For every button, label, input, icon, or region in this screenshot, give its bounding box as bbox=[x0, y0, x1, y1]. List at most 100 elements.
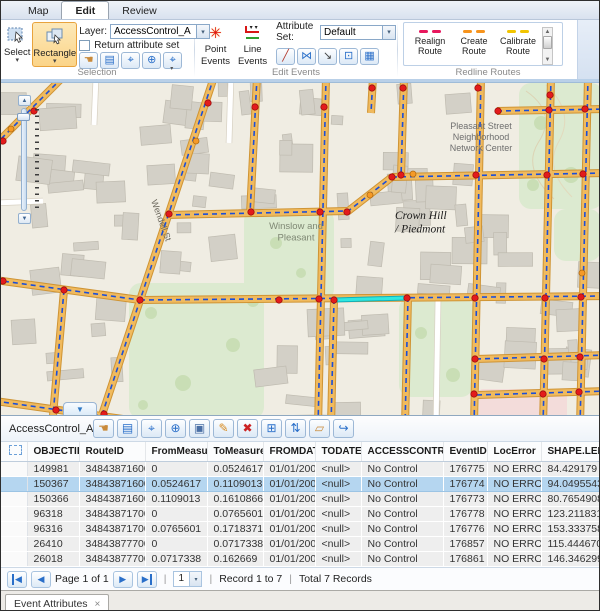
table-cell[interactable]: 96316 bbox=[27, 521, 79, 536]
select-event-button[interactable]: ↘ bbox=[318, 48, 337, 65]
table-cell[interactable]: 150366 bbox=[27, 491, 79, 506]
export-records-button[interactable]: ↪ bbox=[333, 419, 354, 438]
table-row[interactable]: 26018348438777000.07173380.16266901/01/2… bbox=[1, 551, 599, 566]
table-cell[interactable]: No Control bbox=[361, 491, 443, 506]
table-cell[interactable]: 94.0495543 bbox=[541, 476, 599, 491]
table-cell[interactable]: No Control bbox=[361, 551, 443, 566]
table-cell[interactable]: 123.2118314 bbox=[541, 506, 599, 521]
table-cell[interactable]: 176776 bbox=[443, 521, 487, 536]
row-selector[interactable] bbox=[1, 491, 27, 506]
row-selector[interactable] bbox=[1, 536, 27, 551]
point-event-marker[interactable] bbox=[400, 85, 406, 91]
table-cell[interactable]: 01/01/2004 bbox=[263, 461, 315, 476]
row-selector[interactable] bbox=[1, 476, 27, 491]
column-header-eventid[interactable]: EventID bbox=[443, 442, 487, 461]
table-cell[interactable]: 0 bbox=[145, 461, 207, 476]
point-event-marker[interactable] bbox=[542, 295, 548, 301]
row-selector[interactable] bbox=[1, 461, 27, 476]
select-tool-button[interactable]: Select ▾ bbox=[4, 22, 30, 67]
point-event-marker[interactable] bbox=[547, 92, 553, 98]
split-event-button[interactable]: ╱ bbox=[276, 48, 295, 65]
street[interactable] bbox=[436, 301, 438, 415]
table-cell[interactable]: No Control bbox=[361, 536, 443, 551]
table-cell[interactable]: No Control bbox=[361, 521, 443, 536]
column-header-todate[interactable]: TODATE bbox=[315, 442, 361, 461]
edit-records-button[interactable]: ✎ bbox=[213, 419, 234, 438]
table-cell[interactable]: 176774 bbox=[443, 476, 487, 491]
table-cell[interactable]: 01/01/2004 bbox=[263, 491, 315, 506]
scroll-up-icon[interactable]: ▲ bbox=[545, 28, 551, 36]
rectangle-tool-button[interactable]: Rectangle ▾ bbox=[32, 22, 77, 67]
table-cell[interactable]: 96318 bbox=[27, 506, 79, 521]
row-selector[interactable] bbox=[1, 506, 27, 521]
table-cell[interactable]: 146.3462991 bbox=[541, 551, 599, 566]
table-cell[interactable]: 34843871700 bbox=[79, 521, 145, 536]
table-cell[interactable]: 01/01/2004 bbox=[263, 521, 315, 536]
table-cell[interactable]: 0.1610866 bbox=[207, 491, 263, 506]
tab-map[interactable]: Map bbox=[15, 2, 61, 19]
point-event-marker[interactable] bbox=[331, 297, 337, 303]
table-cell[interactable]: 176775 bbox=[443, 461, 487, 476]
event-grid-button[interactable]: ▦ bbox=[360, 48, 379, 65]
table-cell[interactable]: <null> bbox=[315, 521, 361, 536]
table-cell[interactable]: 0.0524617 bbox=[207, 461, 263, 476]
table-cell[interactable]: 26018 bbox=[27, 551, 79, 566]
column-header-routeid[interactable]: RouteID bbox=[79, 442, 145, 461]
map-zoom-slider[interactable]: ▲ ▼ bbox=[16, 95, 46, 227]
table-cell[interactable]: 34843877700 bbox=[79, 536, 145, 551]
point-event-marker[interactable] bbox=[252, 104, 258, 110]
table-cell[interactable]: 34843871600 bbox=[79, 476, 145, 491]
point-event-marker[interactable] bbox=[475, 85, 481, 91]
point-event-marker[interactable] bbox=[578, 294, 584, 300]
point-event-marker[interactable] bbox=[344, 209, 350, 215]
table-cell[interactable]: 153.3337589 bbox=[541, 521, 599, 536]
point-event-marker[interactable] bbox=[276, 297, 282, 303]
table-row[interactable]: 150366348438716000.11090130.161086601/01… bbox=[1, 491, 599, 506]
point-event-marker[interactable] bbox=[580, 171, 586, 177]
table-cell[interactable]: No Control bbox=[361, 476, 443, 491]
row-selector[interactable] bbox=[1, 521, 27, 536]
table-cell[interactable]: 84.429179 bbox=[541, 461, 599, 476]
table-cell[interactable]: 0 bbox=[145, 506, 207, 521]
row-selector-header[interactable] bbox=[1, 442, 27, 461]
table-cell[interactable]: 34843871600 bbox=[79, 491, 145, 506]
column-header-tomeasure[interactable]: ToMeasure bbox=[207, 442, 263, 461]
table-cell[interactable]: 176773 bbox=[443, 491, 487, 506]
selection-list-button[interactable]: ▤ bbox=[100, 52, 119, 69]
last-page-button[interactable]: ▶ bbox=[137, 571, 157, 588]
table-cell[interactable]: 0.1109013 bbox=[207, 476, 263, 491]
table-cell[interactable]: 26410 bbox=[27, 536, 79, 551]
first-page-button[interactable]: ◀ bbox=[7, 571, 27, 588]
attribute-window-button[interactable]: ⊞ bbox=[261, 419, 282, 438]
table-cell[interactable]: No Control bbox=[361, 506, 443, 521]
point-event-marker[interactable] bbox=[1, 138, 6, 144]
layer-combobox[interactable]: AccessControl_A ▾ bbox=[110, 24, 210, 39]
zoom-to-selection-button[interactable]: ⌖ bbox=[121, 52, 140, 69]
zoom-to-selected-button[interactable]: ⌖ bbox=[141, 419, 162, 438]
point-event-marker[interactable] bbox=[316, 296, 322, 302]
table-cell[interactable]: 149981 bbox=[27, 461, 79, 476]
point-event-marker[interactable] bbox=[473, 172, 479, 178]
point-event-marker-orange[interactable] bbox=[579, 270, 585, 276]
street[interactable] bbox=[229, 83, 231, 143]
table-cell[interactable]: 34843871600 bbox=[79, 461, 145, 476]
table-cell[interactable]: 34843871700 bbox=[79, 506, 145, 521]
point-event-marker[interactable] bbox=[398, 172, 404, 178]
table-cell[interactable]: NO ERROR bbox=[487, 551, 541, 566]
select-records-button[interactable]: ☚ bbox=[93, 419, 114, 438]
return-attribute-set-checkbox[interactable] bbox=[79, 40, 90, 51]
point-event-marker[interactable] bbox=[1, 278, 6, 284]
point-event-marker[interactable] bbox=[540, 391, 546, 397]
panel-collapse-tab[interactable]: ▼ bbox=[63, 402, 97, 415]
table-cell[interactable]: 34843877700 bbox=[79, 551, 145, 566]
point-event-marker[interactable] bbox=[317, 209, 323, 215]
point-event-marker[interactable] bbox=[582, 106, 588, 112]
select-pointer-button[interactable]: ☚ bbox=[79, 52, 98, 69]
point-event-marker[interactable] bbox=[248, 209, 254, 215]
zoom-slider-track[interactable] bbox=[21, 108, 27, 211]
column-header-frommeasure[interactable]: FromMeasure bbox=[145, 442, 207, 461]
table-cell[interactable]: <null> bbox=[315, 551, 361, 566]
point-event-marker[interactable] bbox=[471, 391, 477, 397]
table-cell[interactable]: 80.7654908 bbox=[541, 491, 599, 506]
table-row[interactable]: 96316348438717000.07656010.171837101/01/… bbox=[1, 521, 599, 536]
